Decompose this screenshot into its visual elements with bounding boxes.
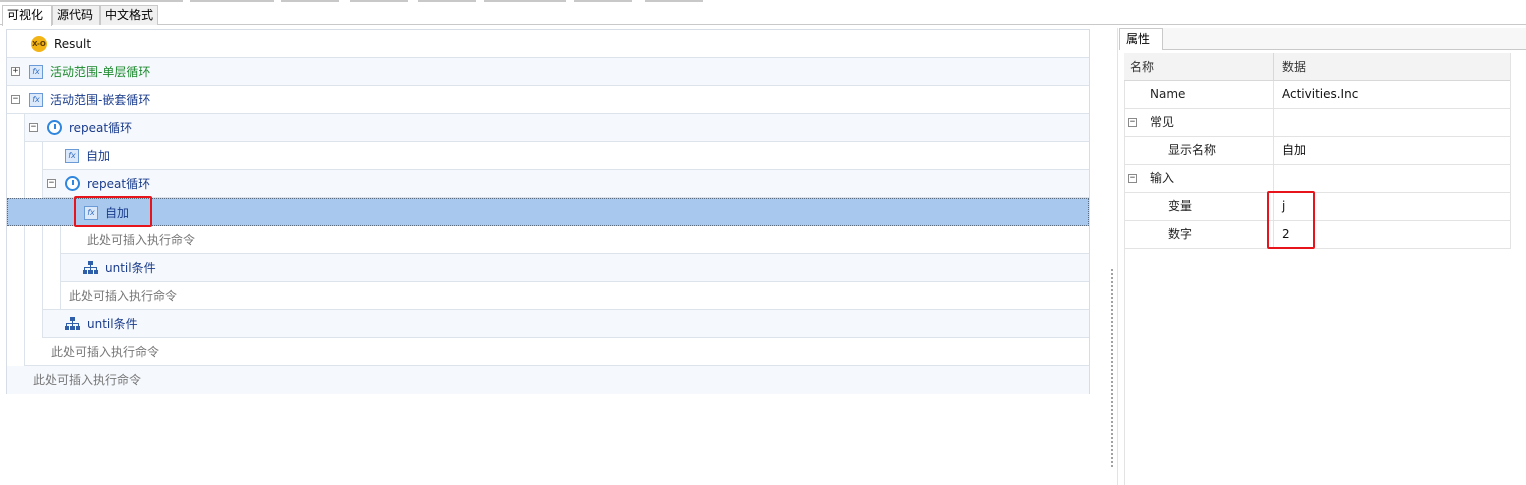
property-key: 数字 <box>1168 227 1193 241</box>
view-tab-bar: 可视化 源代码 中文格式 <box>0 5 1526 26</box>
scope-single-label: 活动范围-单层循环 <box>50 65 151 79</box>
properties-tab-bar: 属性 <box>1119 28 1526 50</box>
highlight-box <box>1267 191 1315 249</box>
collapse-icon[interactable]: − <box>11 95 20 104</box>
expand-icon[interactable]: + <box>11 67 20 76</box>
tree-row-insert-placeholder[interactable]: 此处可插入执行命令 <box>43 282 1089 310</box>
repeat-loop-icon <box>47 120 62 135</box>
property-key: Name <box>1150 87 1186 101</box>
collapse-icon[interactable]: − <box>1128 174 1137 183</box>
repeat-loop-icon <box>65 176 80 191</box>
collapse-icon[interactable]: − <box>29 123 38 132</box>
inc-outer-label: 自加 <box>86 149 111 163</box>
property-row-display-name[interactable]: 显示名称 自加 <box>1124 137 1510 165</box>
insert-placeholder-label: 此处可插入执行命令 <box>87 233 196 247</box>
tab-source-code[interactable]: 源代码 <box>52 5 100 25</box>
tree-row-insert-placeholder[interactable]: 此处可插入执行命令 <box>25 338 1089 366</box>
property-group-input[interactable]: − 输入 <box>1124 165 1510 193</box>
property-key: 显示名称 <box>1168 143 1217 157</box>
column-header-data: 数据 <box>1282 60 1307 74</box>
workflow-tree: X-O Result + fx 活动范围-单层循环 − fx 活动范围-嵌套循环… <box>6 29 1090 394</box>
tree-row-inc-inner-selected[interactable]: fx 自加 <box>7 198 1089 226</box>
tree-row-until-inner[interactable]: until条件 <box>61 254 1089 282</box>
until-inner-label: until条件 <box>105 261 156 275</box>
tree-row-insert-placeholder[interactable]: 此处可插入执行命令 <box>61 226 1089 254</box>
function-icon: fx <box>65 148 79 163</box>
highlight-box <box>74 196 152 227</box>
property-row-name[interactable]: Name Activities.Inc <box>1124 81 1510 109</box>
property-group-label: 常见 <box>1150 115 1175 129</box>
tree-row-insert-placeholder[interactable]: 此处可插入执行命令 <box>7 366 1089 394</box>
panel-divider <box>1510 53 1511 249</box>
function-icon: fx <box>29 92 43 107</box>
repeat-inner-label: repeat循环 <box>87 177 151 191</box>
insert-placeholder-label: 此处可插入执行命令 <box>33 373 142 387</box>
property-grid-header: 名称 数据 <box>1124 53 1510 81</box>
splitter-grip[interactable] <box>1110 268 1115 468</box>
tree-row-scope-nested[interactable]: − fx 活动范围-嵌套循环 <box>7 86 1089 114</box>
tree-row-inc-outer[interactable]: fx 自加 <box>43 142 1089 170</box>
collapse-icon[interactable]: − <box>1128 118 1137 127</box>
repeat-outer-label: repeat循环 <box>69 121 133 135</box>
condition-tree-icon <box>83 260 98 275</box>
insert-placeholder-label: 此处可插入执行命令 <box>69 289 178 303</box>
property-value[interactable]: 自加 <box>1282 137 1306 164</box>
scope-nested-label: 活动范围-嵌套循环 <box>50 93 151 107</box>
variable-result-icon: X-O <box>31 35 47 52</box>
toolbar-strip <box>0 0 1526 3</box>
property-group-common[interactable]: − 常见 <box>1124 109 1510 137</box>
until-outer-label: until条件 <box>87 317 138 331</box>
condition-tree-icon <box>65 316 80 331</box>
function-icon: fx <box>29 64 43 79</box>
tree-row-until-outer[interactable]: until条件 <box>43 310 1089 338</box>
tree-row-result[interactable]: X-O Result <box>7 30 1089 58</box>
tab-properties[interactable]: 属性 <box>1119 28 1163 50</box>
property-row-variable[interactable]: 变量 j <box>1124 193 1510 221</box>
property-group-label: 输入 <box>1150 171 1175 185</box>
tab-chinese-format[interactable]: 中文格式 <box>100 5 158 25</box>
tab-visual[interactable]: 可视化 <box>2 5 52 26</box>
nest-guide <box>24 114 25 366</box>
property-key: 变量 <box>1168 199 1193 213</box>
tree-row-repeat-outer[interactable]: − repeat循环 <box>25 114 1089 142</box>
collapse-icon[interactable]: − <box>47 179 56 188</box>
property-row-number[interactable]: 数字 2 <box>1124 221 1510 249</box>
property-value: Activities.Inc <box>1282 87 1359 101</box>
tree-row-scope-single[interactable]: + fx 活动范围-单层循环 <box>7 58 1089 86</box>
tree-row-repeat-inner[interactable]: − repeat循环 <box>43 170 1089 198</box>
column-header-name: 名称 <box>1130 60 1155 74</box>
result-label: Result <box>54 36 92 51</box>
panel-divider <box>1117 28 1118 485</box>
insert-placeholder-label: 此处可插入执行命令 <box>51 345 160 359</box>
